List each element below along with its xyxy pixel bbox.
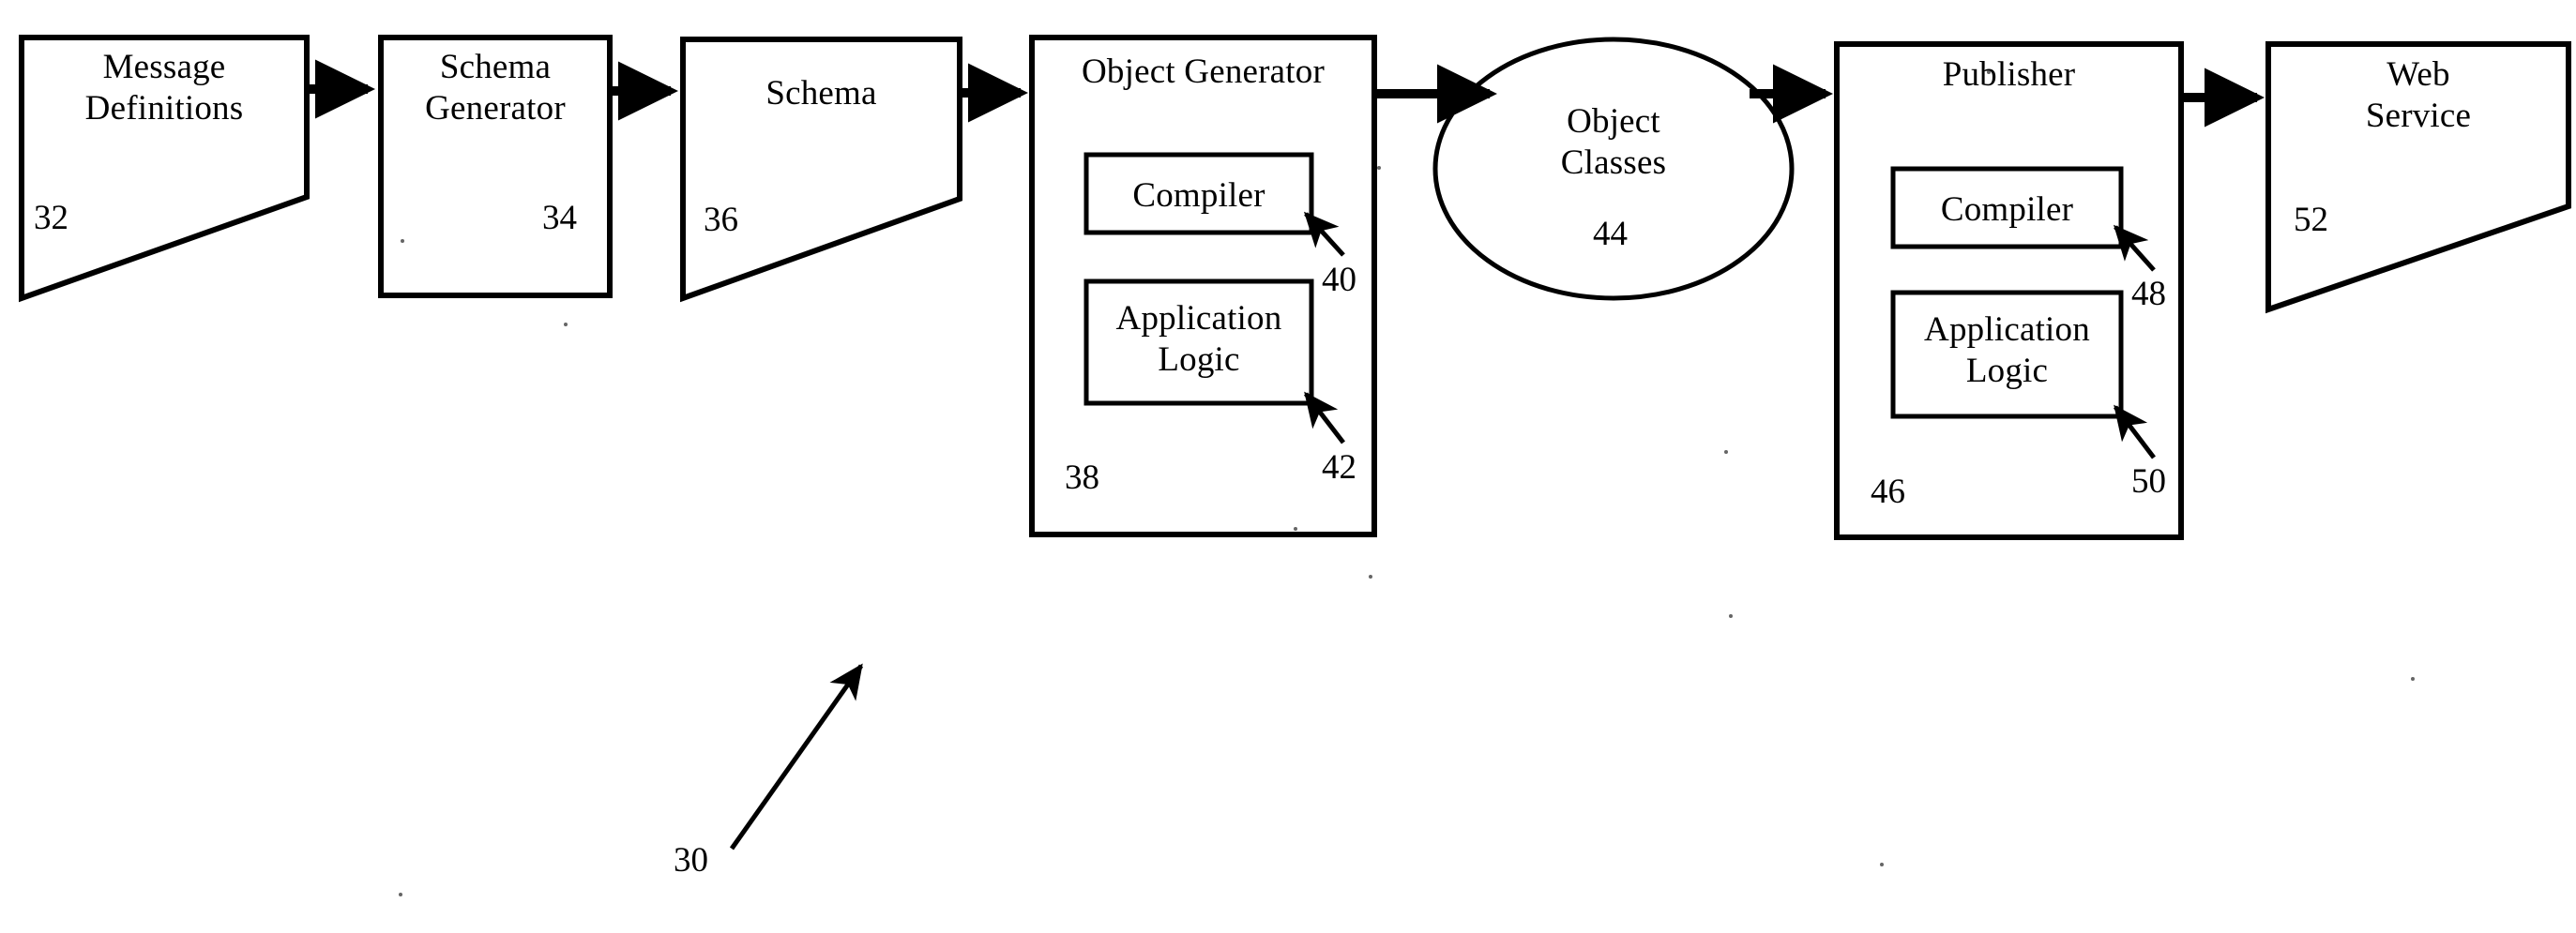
figure-vector-layer: [19, 35, 2571, 850]
scan-speck: [399, 893, 402, 896]
scan-speck: [1724, 450, 1728, 454]
scan-speck: [1729, 614, 1733, 618]
ref-number-44: 44: [1593, 215, 1628, 253]
ref-number-38: 38: [1065, 459, 1099, 497]
subnode-label-object-generator-application-logic: Application Logic: [1115, 299, 1282, 379]
ref-number-50: 50: [2131, 462, 2166, 501]
scan-speck: [1987, 70, 1991, 74]
patent-figure: Message Definitions Schema Generator Sch…: [0, 0, 2576, 933]
ref-number-52: 52: [2294, 201, 2328, 239]
node-label-schema-generator: Schema Generator: [425, 48, 566, 128]
node-label-schema: Schema: [765, 74, 877, 113]
ref-number-48: 48: [2131, 275, 2166, 313]
ref-number-36: 36: [704, 201, 738, 239]
scan-speck: [564, 323, 568, 326]
ref-number-30: 30: [674, 841, 708, 880]
ref-number-46: 46: [1871, 473, 1905, 511]
scan-speck: [401, 239, 404, 243]
node-label-message-definitions: Message Definitions: [84, 48, 244, 128]
leader-line-ref-30: [729, 663, 864, 850]
scan-speck: [1294, 527, 1297, 531]
ref-number-34: 34: [542, 199, 577, 237]
ref-number-40: 40: [1322, 261, 1356, 299]
subnode-label-publisher-application-logic: Application Logic: [1924, 310, 2090, 390]
ref-number-42: 42: [1322, 448, 1356, 487]
scan-speck: [1369, 575, 1372, 579]
node-label-object-classes: Object Classes: [1560, 102, 1667, 182]
ref-number-32: 32: [34, 199, 68, 237]
scan-speck: [1377, 166, 1381, 170]
node-label-object-generator: Object Generator: [1082, 53, 1325, 91]
node-label-publisher: Publisher: [1942, 55, 2076, 94]
subnode-label-object-generator-compiler: Compiler: [1132, 176, 1265, 215]
subnode-label-publisher-compiler: Compiler: [1940, 190, 2074, 229]
node-label-web-service: Web Service: [2365, 55, 2472, 135]
scan-speck: [1880, 863, 1884, 866]
scan-speck: [2411, 677, 2415, 681]
